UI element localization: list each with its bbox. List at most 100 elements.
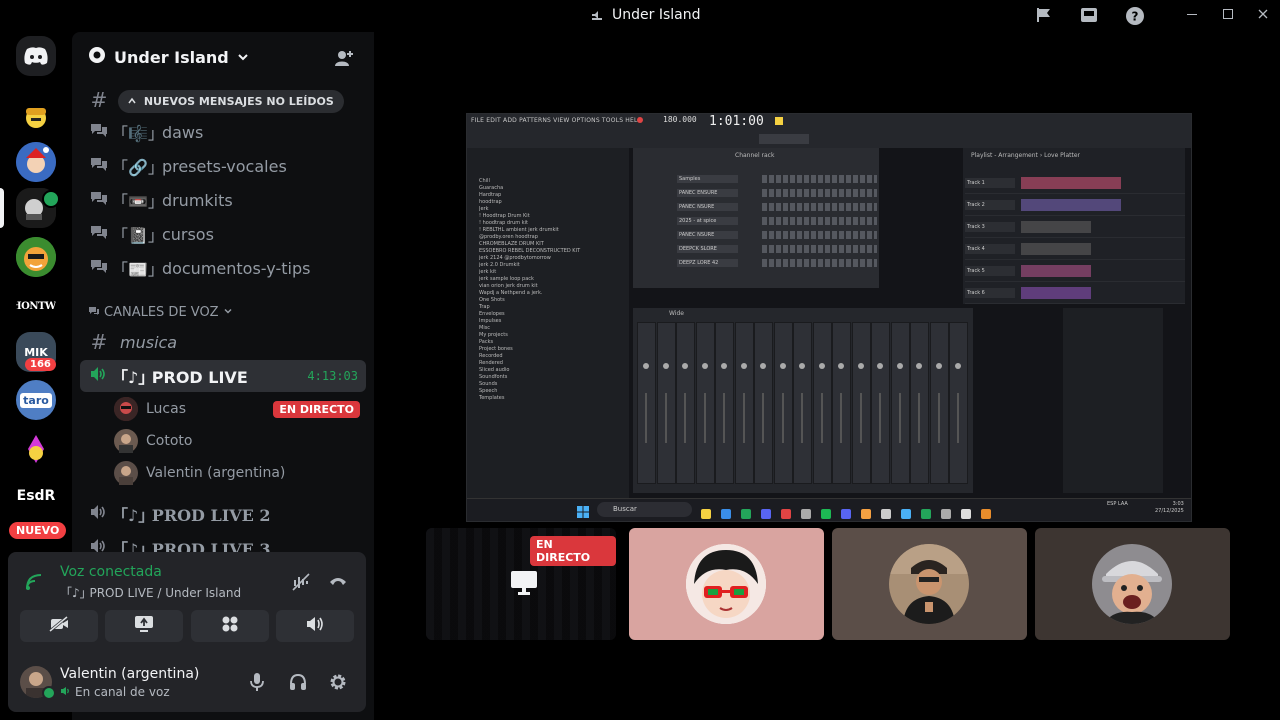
forum-icon [86,122,112,142]
current-user-name[interactable]: Valentin (argentina) [60,666,199,682]
fl-knob [857,363,864,369]
fl-track-label: Track 6 [965,287,1015,298]
server-icon[interactable] [16,96,56,136]
fl-browser-item: jerk sample loop pack [479,276,534,282]
taskbar-app-icon [761,509,771,519]
fl-browser-item: Sounds [479,381,498,387]
fl-track: Track 4 [965,238,1185,260]
fl-fader [742,393,745,443]
fl-knob [740,363,747,369]
screen-share-stream[interactable]: FILE EDIT ADD PATTERNS VIEW OPTIONS TOOL… [466,113,1192,522]
speaker-icon [590,8,604,22]
stream-tile-lucas[interactable]: EN DIRECTO [426,528,616,640]
record-icon [637,117,643,123]
speaker-icon [86,504,112,524]
microphone-icon[interactable] [248,672,266,696]
fl-fader [762,393,764,443]
svg-text:?: ? [1132,10,1139,24]
server-esdr[interactable]: EsdR [16,476,56,516]
fl-clip [1021,264,1091,277]
channel-drumkits[interactable]: ｢📼｣ drumkits [80,184,366,216]
fl-fader [664,393,667,443]
soundboard-button[interactable] [276,610,354,642]
fl-mixer-strip [695,322,715,484]
participant-tile[interactable] [629,528,824,640]
disconnect-icon[interactable] [328,573,348,595]
discord-home-icon[interactable] [16,36,56,76]
fl-fader [840,393,842,443]
activities-button[interactable] [191,610,269,642]
voice-user[interactable]: Cototo [114,427,192,455]
inbox-icon[interactable] [1078,6,1100,26]
fl-browser-item: jerk 2124 @prodbytomorrow [479,255,551,261]
fl-mixer-strip [890,322,910,484]
fl-browser-item: Recorded [479,353,503,359]
settings-gear-icon[interactable] [328,672,348,696]
taskbar-app-icon [961,509,971,519]
fl-knob [799,363,805,369]
voice-category[interactable]: CANALES DE VOZ [88,305,233,320]
server-hontwi[interactable]: HONTWI [16,286,56,326]
server-taro[interactable]: taro [16,380,56,420]
channel-musica[interactable]: # musica [80,326,366,358]
camera-off-icon [49,615,69,636]
channel-cursos[interactable]: ｢📓｣ cursos [80,218,366,250]
camera-button[interactable] [20,610,98,642]
minimize-icon[interactable] [1181,6,1203,26]
server-icon[interactable] [16,429,56,469]
speaker-icon [86,366,112,386]
taskbar-clock: 3:03 27/12/2025 [1155,501,1184,514]
server-icon[interactable] [16,142,56,182]
fl-channel-row: DEEPCK SLORE [637,242,877,256]
fl-knob [662,363,669,369]
forum-icon [86,258,112,278]
fl-mixer-strip [676,322,695,484]
fl-browser-item: Trap [479,304,490,310]
signal-icon[interactable] [24,570,46,596]
fl-browser-item: Guaracha [479,185,504,191]
channel-daws[interactable]: ｢🎼｣ daws [80,116,366,148]
fl-browser-item: CHROMEBLAZE DRUM KIT [479,241,544,247]
participant-tile[interactable] [832,528,1027,640]
fl-channel-row: Samples [637,172,877,186]
new-messages-pill[interactable]: NUEVOS MENSAJES NO LEÍDOS [118,90,344,113]
fl-time: 1:01:00 [709,114,764,129]
avatar [1092,544,1172,624]
fl-knob [838,363,844,369]
voice-status[interactable]: Voz conectada [60,564,162,580]
voice-channel-prod-live-2[interactable]: ｢♪｣ PROD LIVE 2 [80,498,366,530]
fl-channel-row: DEEPZ LORE 42 [637,256,877,270]
flag-icon[interactable] [1033,6,1055,26]
chevron-up-icon [128,95,140,108]
maximize-icon[interactable] [1217,6,1239,26]
add-member-icon[interactable] [334,48,354,72]
voice-user[interactable]: Valentin (argentina) [114,459,285,487]
fl-channel-name: Samples [677,175,739,183]
fl-track-label: Track 4 [965,243,1015,254]
fl-fader [918,393,920,443]
headphones-icon[interactable] [288,672,308,696]
fl-step-sequence [762,217,877,225]
fl-fader [723,393,725,443]
close-icon[interactable] [1252,6,1274,26]
guild-header[interactable]: Under Island [88,46,249,68]
voice-user[interactable]: Lucas EN DIRECTO [114,395,360,423]
fl-mixer-strip [832,322,851,484]
help-icon[interactable]: ? [1124,6,1146,26]
speaker-icon [42,190,60,208]
channel-documentos-y-tips[interactable]: ｢📰｣ documentos-y-tips [80,252,366,284]
server-icon[interactable] [16,237,56,277]
fl-step-sequence [762,245,877,253]
fl-mixer-strip [910,322,929,484]
channel-presets-vocales[interactable]: ｢🔗｣ presets-vocales [80,150,366,182]
participant-tile[interactable] [1035,528,1230,640]
fl-fader [801,393,803,443]
fl-channel-name: PANEC NSURE [677,231,739,239]
fl-channel-row: 2025 - at spice [637,214,877,228]
screen-share-button[interactable] [105,610,183,642]
noise-suppression-icon[interactable] [291,572,311,596]
fl-browser-item: ! hoodtrap drum kit [479,220,529,226]
chevron-down-icon [223,305,233,320]
voice-channel-prod-live[interactable]: ｢♪｣ PROD LIVE 4:13:03 [80,360,366,392]
voice-location[interactable]: ｢♪｣ PROD LIVE / Under Island [66,584,241,601]
